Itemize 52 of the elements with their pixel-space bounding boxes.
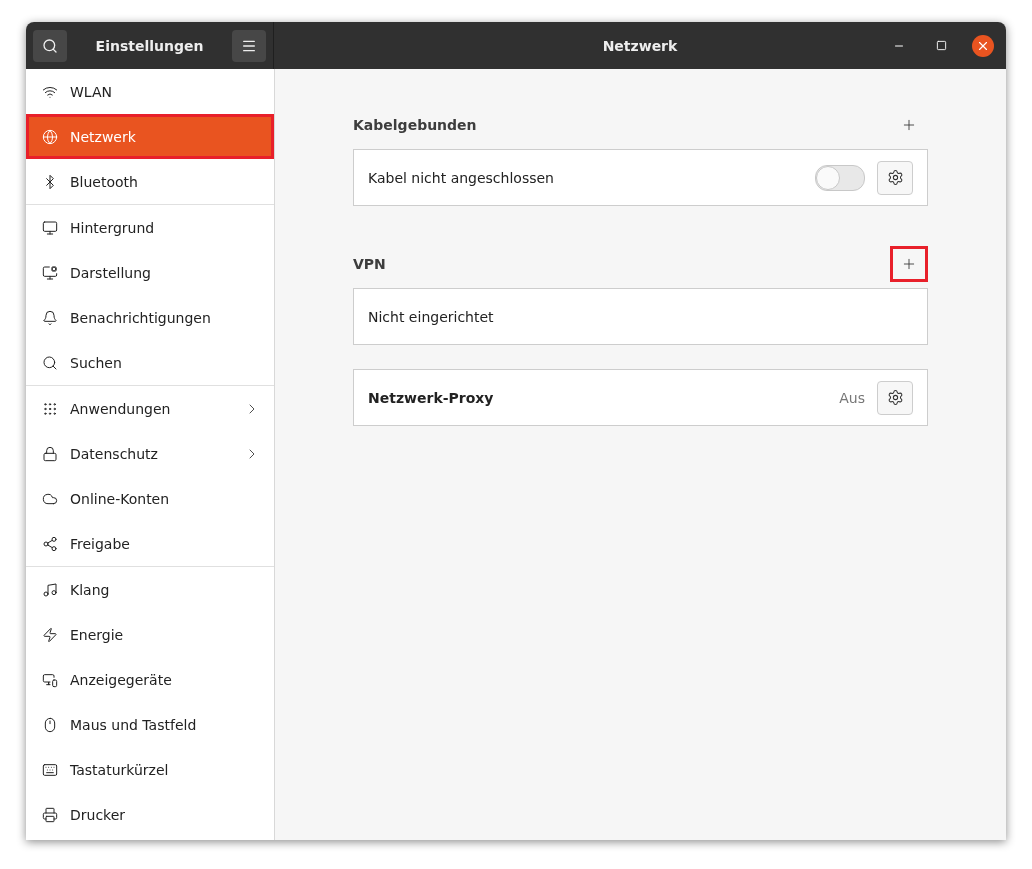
lock-icon [42, 445, 58, 462]
row-label: Nicht eingerichtet [368, 308, 495, 325]
printer-icon [42, 806, 58, 823]
menu-button[interactable] [232, 29, 266, 62]
sidebar-title: Einstellungen [95, 37, 204, 54]
grid-icon [42, 400, 58, 417]
bell-icon [42, 309, 58, 326]
row-label: Kabel nicht angeschlossen [368, 169, 555, 186]
settings-icon [886, 169, 904, 186]
sidebar-item[interactable]: Online-Konten [26, 476, 274, 521]
sidebar-item[interactable]: Netzwerk [26, 114, 274, 159]
sidebar-item[interactable]: Freigabe [26, 521, 274, 566]
sidebar-item[interactable]: Suchen [26, 340, 274, 385]
sidebar-item[interactable]: Anzeigegeräte [26, 657, 274, 702]
keyboard-icon [42, 761, 58, 778]
sidebar-item[interactable]: Tastaturkürzel [26, 747, 274, 792]
sidebar-item[interactable]: Anwendungen [26, 386, 274, 431]
sidebar-item[interactable]: Klang [26, 567, 274, 612]
sidebar-item[interactable]: WLAN [26, 69, 274, 114]
add-button[interactable] [890, 246, 928, 282]
sidebar-item[interactable]: Maus und Tastfeld [26, 702, 274, 747]
section-heading: VPN [353, 256, 386, 272]
search-button[interactable] [33, 29, 67, 62]
monitor-icon [42, 264, 58, 281]
sidebar-item[interactable]: Bluetooth [26, 159, 274, 204]
sidebar-item[interactable]: Energie [26, 612, 274, 657]
close-button[interactable] [972, 34, 994, 57]
sidebar-item[interactable]: Drucker [26, 792, 274, 837]
monitor-icon [42, 219, 58, 236]
sidebar-item[interactable]: Hintergrund [26, 205, 274, 250]
status-text: Aus [839, 389, 865, 406]
music-note-icon [42, 581, 58, 598]
plus-icon [901, 256, 917, 272]
settings-button[interactable] [877, 380, 913, 415]
plus-icon [901, 117, 917, 133]
globe-icon [42, 128, 58, 145]
maximize-icon [935, 40, 947, 51]
mouse-icon [42, 716, 58, 733]
row-label: Netzwerk-Proxy [368, 389, 495, 406]
monitor-icon [42, 671, 58, 688]
window-title: Netzwerk [602, 37, 678, 54]
settings-button[interactable] [877, 160, 913, 195]
sidebar-item[interactable]: Darstellung [26, 250, 274, 295]
search-icon [42, 354, 58, 371]
settings-icon [886, 389, 904, 406]
lightning-icon [42, 626, 58, 643]
sidebar-item[interactable]: Datenschutz [26, 431, 274, 476]
search-icon [42, 37, 58, 54]
section-heading: Kabelgebunden [353, 117, 477, 133]
sidebar-item[interactable]: Benachrichtigungen [26, 295, 274, 340]
toggle-switch[interactable] [815, 164, 865, 191]
share-icon [42, 535, 58, 552]
